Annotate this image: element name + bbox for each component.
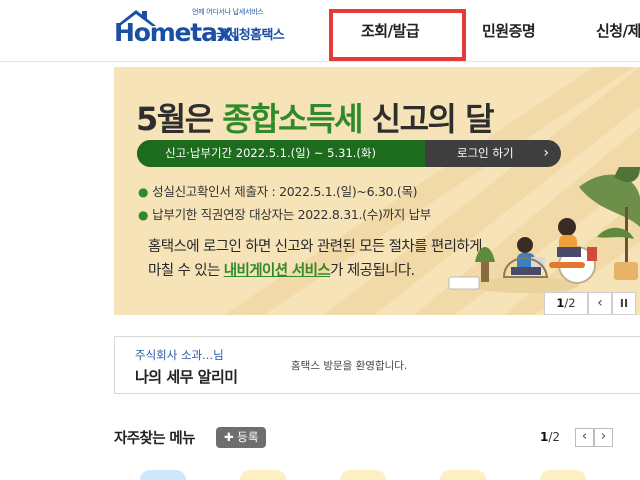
banner-title: 5월은 종합소득세 신고의 달: [136, 94, 495, 140]
bullet-dot-icon: ●: [138, 185, 149, 199]
notification-title: 나의 세무 알리미: [135, 368, 238, 386]
login-button[interactable]: 로그인 하기 ›: [425, 140, 561, 167]
bullet-text: 납부기한 직권연장 대상자는 2022.8.31.(수)까지 납부: [152, 207, 432, 222]
chevron-right-icon: ›: [543, 145, 549, 161]
register-favorite-button[interactable]: ✚ 등록: [216, 427, 267, 448]
banner-description-line2: 마칠 수 있는 내비게이션 서비스가 제공됩니다.: [148, 259, 415, 280]
people-working-illustration: [448, 167, 640, 293]
favorite-menu-item-icon[interactable]: [240, 470, 286, 480]
logo-tagline: 언제 어디서나 납세서비스: [192, 8, 264, 16]
favorite-prev-button[interactable]: ‹: [575, 428, 594, 447]
favorite-menu-title: 자주찾는 메뉴: [114, 431, 195, 447]
nav-civil-certificate[interactable]: 민원증명: [482, 20, 536, 41]
plus-icon: ✚: [224, 430, 234, 444]
banner-prev-button[interactable]: ‹: [588, 292, 612, 315]
favorite-page-indicator: 1/2: [540, 430, 560, 444]
bullet-text: 성실신고확인서 제출자 : 2022.5.1.(일)~6.30.(목): [152, 184, 418, 199]
bullet-item: ● 납부기한 직권연장 대상자는 2022.8.31.(수)까지 납부: [138, 204, 431, 223]
bullet-item: ● 성실신고확인서 제출자 : 2022.5.1.(일)~6.30.(목): [138, 181, 418, 200]
pause-icon: II: [619, 297, 629, 310]
login-button-label: 로그인 하기: [457, 146, 514, 160]
promo-banner[interactable]: 5월은 종합소득세 신고의 달 신고·납부기간 2022.5.1.(일) ~ 5…: [114, 67, 640, 315]
favorite-menu-item-icon[interactable]: [340, 470, 386, 480]
favorite-menu-item-icon[interactable]: [140, 470, 186, 480]
desc-prefix: 마칠 수 있는: [148, 263, 224, 279]
period-bar: 신고·납부기간 2022.5.1.(일) ~ 5.31.(화) 로그인 하기 ›: [137, 140, 561, 167]
chevron-right-icon: ›: [600, 429, 607, 444]
highlight-box: [329, 9, 466, 61]
site-header: 언제 어디서나 납세서비스 Hometax. 국세청홈택스 조회/발급 민원증명…: [0, 0, 640, 62]
user-name[interactable]: 주식회사 소과...님: [135, 347, 224, 363]
tax-notification-panel: 주식회사 소과...님 나의 세무 알리미 홈택스 방문을 환영합니다.: [114, 336, 640, 394]
hometax-logo[interactable]: 언제 어디서나 납세서비스 Hometax. 국세청홈택스: [112, 6, 302, 50]
banner-pause-button[interactable]: II: [612, 292, 636, 315]
favorite-menu-item-icon[interactable]: [440, 470, 486, 480]
favorite-menu-item-icon[interactable]: [540, 470, 586, 480]
chevron-left-icon: ‹: [597, 295, 603, 311]
logo-subtitle: 국세청홈택스: [216, 28, 285, 43]
filing-period-label: 신고·납부기간 2022.5.1.(일) ~ 5.31.(화): [137, 140, 425, 167]
desc-suffix: 가 제공됩니다.: [330, 263, 415, 279]
banner-title-highlight: 종합소득세: [222, 100, 363, 138]
banner-title-suffix: 신고의 달: [362, 100, 495, 138]
pager-total: /2: [564, 296, 576, 310]
nav-apply-submit[interactable]: 신청/제출: [596, 20, 640, 41]
chevron-left-icon: ‹: [581, 429, 588, 444]
welcome-message: 홈택스 방문을 환영합니다.: [291, 360, 408, 372]
banner-page-indicator: 1/2: [544, 292, 588, 315]
favorite-next-button[interactable]: ›: [594, 428, 613, 447]
banner-title-prefix: 5월은: [136, 100, 223, 138]
register-label: 등록: [237, 430, 259, 444]
navigation-service-link[interactable]: 내비게이션 서비스: [224, 263, 331, 279]
favorite-page-total: /2: [548, 430, 561, 444]
bullet-dot-icon: ●: [138, 208, 149, 222]
